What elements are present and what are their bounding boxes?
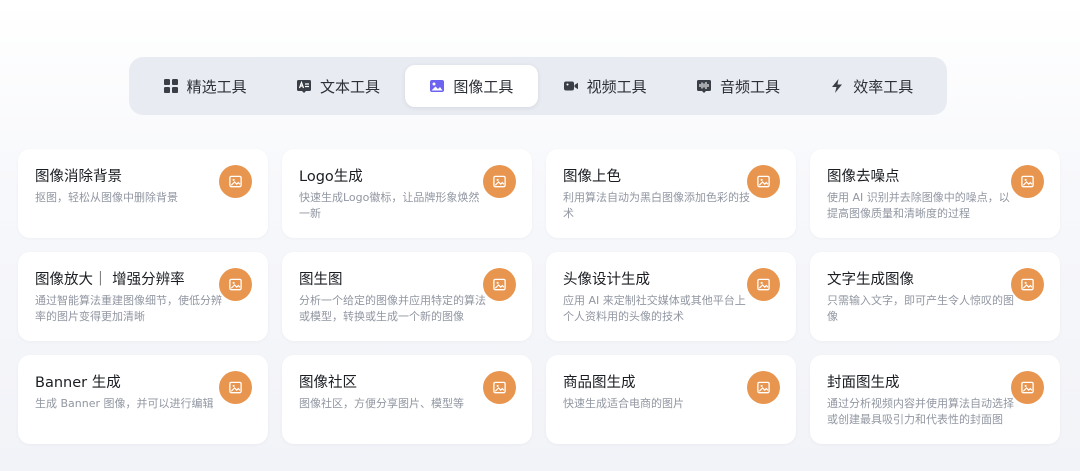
tab-featured-tools[interactable]: 精选工具 bbox=[138, 65, 271, 107]
image-icon bbox=[483, 165, 516, 198]
tool-card-cover-image-generation[interactable]: 封面图生成 通过分析视频内容并使用算法自动选择或创建最具吸引力和代表性的封面图 bbox=[810, 355, 1060, 444]
image-icon bbox=[219, 165, 252, 198]
card-description: 分析一个给定的图像并应用特定的算法或模型，转换或生成一个新的图像 bbox=[299, 294, 486, 323]
card-title: 图像消除背景 bbox=[35, 169, 122, 185]
tab-label: 音频工具 bbox=[719, 77, 780, 96]
grid-icon bbox=[163, 78, 179, 94]
tool-card-image-colorize[interactable]: 图像上色 利用算法自动为黑白图像添加色彩的技术 bbox=[546, 149, 796, 238]
tab-video-tools[interactable]: 视频工具 bbox=[538, 65, 671, 107]
video-icon bbox=[563, 78, 579, 94]
card-description: 图像社区，方便分享图片、模型等 bbox=[299, 397, 464, 410]
image-icon bbox=[1011, 371, 1044, 404]
image-icon bbox=[483, 371, 516, 404]
tab-label: 图像工具 bbox=[453, 77, 514, 96]
card-description: 抠图，轻松从图像中删除背景 bbox=[35, 191, 178, 204]
card-description: 使用 AI 识别并去除图像中的噪点，以提高图像质量和清晰度的过程 bbox=[827, 191, 1010, 220]
card-title: 封面图生成 bbox=[827, 375, 900, 391]
tool-card-remove-background[interactable]: 图像消除背景 抠图，轻松从图像中删除背景 bbox=[18, 149, 268, 238]
tool-card-logo-generation[interactable]: Logo生成 快速生成Logo徽标，让品牌形象焕然一新 bbox=[282, 149, 532, 238]
tool-card-banner-generation[interactable]: Banner 生成 生成 Banner 图像，并可以进行编辑 bbox=[18, 355, 268, 444]
card-description: 通过智能算法重建图像细节，使低分辨率的图片变得更加清晰 bbox=[35, 294, 222, 323]
card-title: Banner 生成 bbox=[35, 375, 121, 391]
tool-card-grid: 图像消除背景 抠图，轻松从图像中删除背景 Logo生成 快速生成Logo徽标，让… bbox=[18, 149, 1060, 444]
card-title: 图像去噪点 bbox=[827, 169, 900, 185]
card-title: 图生图 bbox=[299, 272, 343, 288]
tool-card-image-denoise[interactable]: 图像去噪点 使用 AI 识别并去除图像中的噪点，以提高图像质量和清晰度的过程 bbox=[810, 149, 1060, 238]
image-icon bbox=[1011, 268, 1044, 301]
tab-label: 文本工具 bbox=[319, 77, 380, 96]
audio-icon bbox=[696, 78, 712, 94]
card-title: Logo生成 bbox=[299, 169, 363, 185]
tool-card-avatar-generation[interactable]: 头像设计生成 应用 AI 来定制社交媒体或其他平台上个人资料用的头像的技术 bbox=[546, 252, 796, 341]
tab-efficiency-tools[interactable]: 效率工具 bbox=[805, 65, 938, 107]
image-icon bbox=[219, 268, 252, 301]
tab-label: 精选工具 bbox=[186, 77, 247, 96]
image-icon bbox=[747, 371, 780, 404]
image-icon bbox=[219, 371, 252, 404]
image-icon bbox=[1011, 165, 1044, 198]
tool-card-image-to-image[interactable]: 图生图 分析一个给定的图像并应用特定的算法或模型，转换或生成一个新的图像 bbox=[282, 252, 532, 341]
image-icon bbox=[747, 165, 780, 198]
tool-card-product-image-generation[interactable]: 商品图生成 快速生成适合电商的图片 bbox=[546, 355, 796, 444]
tab-label: 效率工具 bbox=[853, 77, 914, 96]
card-title: 图像放大｜ 增强分辨率 bbox=[35, 272, 185, 288]
card-description: 通过分析视频内容并使用算法自动选择或创建最具吸引力和代表性的封面图 bbox=[827, 397, 1014, 426]
image-icon bbox=[747, 268, 780, 301]
lightning-icon bbox=[829, 78, 845, 94]
card-description: 应用 AI 来定制社交媒体或其他平台上个人资料用的头像的技术 bbox=[563, 294, 746, 323]
tool-card-text-to-image[interactable]: 文字生成图像 只需输入文字，即可产生令人惊叹的图像 bbox=[810, 252, 1060, 341]
card-title: 图像社区 bbox=[299, 375, 357, 391]
tab-text-tools[interactable]: 文本工具 bbox=[271, 65, 404, 107]
card-title: 商品图生成 bbox=[563, 375, 636, 391]
card-description: 快速生成适合电商的图片 bbox=[563, 397, 684, 410]
tab-label: 视频工具 bbox=[586, 77, 647, 96]
tab-audio-tools[interactable]: 音频工具 bbox=[671, 65, 804, 107]
card-title: 头像设计生成 bbox=[563, 272, 650, 288]
card-title: 文字生成图像 bbox=[827, 272, 914, 288]
text-icon bbox=[296, 78, 312, 94]
card-description: 生成 Banner 图像，并可以进行编辑 bbox=[35, 397, 214, 410]
tool-card-image-community[interactable]: 图像社区 图像社区，方便分享图片、模型等 bbox=[282, 355, 532, 444]
image-icon bbox=[483, 268, 516, 301]
tool-card-image-upscale[interactable]: 图像放大｜ 增强分辨率 通过智能算法重建图像细节，使低分辨率的图片变得更加清晰 bbox=[18, 252, 268, 341]
tool-category-tabs: 精选工具 文本工具 图像工具 视频工具 音频工具 效率工具 bbox=[129, 57, 947, 115]
card-title: 图像上色 bbox=[563, 169, 621, 185]
tab-image-tools[interactable]: 图像工具 bbox=[404, 65, 538, 107]
card-description: 利用算法自动为黑白图像添加色彩的技术 bbox=[563, 191, 750, 220]
card-description: 快速生成Logo徽标，让品牌形象焕然一新 bbox=[299, 191, 480, 220]
card-description: 只需输入文字，即可产生令人惊叹的图像 bbox=[827, 294, 1014, 323]
image-icon bbox=[429, 78, 445, 94]
